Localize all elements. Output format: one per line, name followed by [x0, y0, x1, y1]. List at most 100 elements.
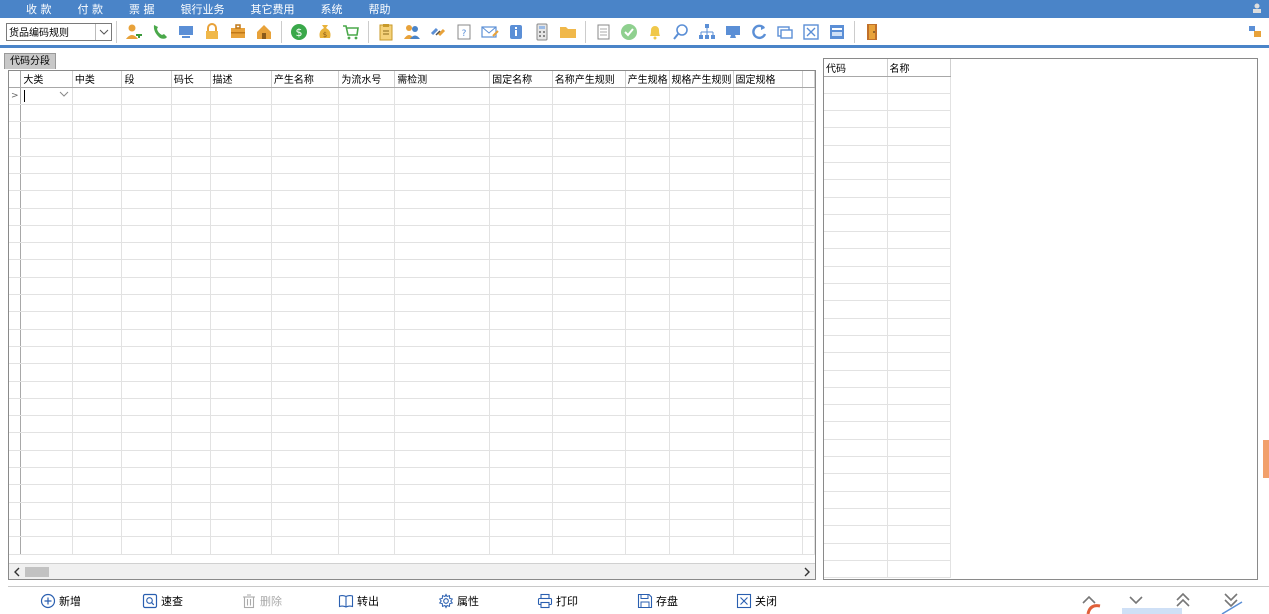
- grid-cell[interactable]: [210, 190, 272, 209]
- table-row[interactable]: [9, 277, 815, 296]
- column-header[interactable]: 产生名称: [271, 71, 340, 88]
- grid-cell[interactable]: [72, 104, 123, 123]
- grid-cell[interactable]: [121, 311, 172, 330]
- menu-other-expenses[interactable]: 其它费用: [241, 1, 305, 17]
- grid-cell[interactable]: [210, 242, 272, 261]
- grid-cell[interactable]: [271, 208, 340, 226]
- table-row[interactable]: [824, 352, 951, 371]
- grid-cell[interactable]: [72, 329, 123, 347]
- grid-cell[interactable]: [338, 311, 396, 330]
- grid-cell[interactable]: [72, 311, 123, 330]
- grid-cell[interactable]: [552, 346, 626, 365]
- grid-cell[interactable]: [394, 432, 491, 451]
- grid-cell[interactable]: [210, 259, 272, 278]
- grid-cell[interactable]: [121, 346, 172, 365]
- grid-cell[interactable]: [824, 335, 888, 354]
- grid-cell[interactable]: [171, 173, 211, 192]
- grid-cell[interactable]: [394, 208, 491, 226]
- grid-cell[interactable]: [210, 121, 272, 140]
- grid-cell[interactable]: [271, 450, 340, 469]
- grid-cell[interactable]: [824, 370, 888, 388]
- grid-cell[interactable]: [733, 173, 804, 192]
- grid-cell[interactable]: [824, 491, 888, 509]
- table-row[interactable]: [824, 335, 951, 354]
- column-header[interactable]: 描述: [210, 71, 272, 88]
- grid-cell[interactable]: [489, 467, 553, 486]
- grid-cell[interactable]: [171, 242, 211, 261]
- info-icon[interactable]: [505, 21, 527, 43]
- grid-cell[interactable]: [733, 329, 804, 347]
- grid-cell[interactable]: [669, 173, 734, 192]
- table-row[interactable]: [824, 473, 951, 492]
- grid-cell[interactable]: [394, 138, 491, 157]
- grid-cell[interactable]: [171, 138, 211, 157]
- table-row[interactable]: [824, 231, 951, 250]
- table-row[interactable]: [9, 173, 815, 192]
- grid-cell[interactable]: [489, 208, 553, 226]
- grid-cell[interactable]: [394, 450, 491, 469]
- display-icon[interactable]: [722, 21, 744, 43]
- grid-cell[interactable]: [271, 242, 340, 261]
- grid-cell[interactable]: [625, 519, 670, 538]
- grid-cell[interactable]: [489, 381, 553, 399]
- grid-cell[interactable]: [271, 502, 340, 520]
- grid-cell[interactable]: [72, 432, 123, 451]
- grid-cell[interactable]: [20, 484, 73, 503]
- grid-cell[interactable]: [121, 519, 172, 538]
- grid-cell[interactable]: [271, 467, 340, 486]
- grid-cell[interactable]: [887, 525, 951, 544]
- dollar-coin-icon[interactable]: $: [288, 21, 310, 43]
- save-button[interactable]: 存盘: [637, 593, 678, 609]
- grid-cell[interactable]: [802, 398, 815, 417]
- table-row[interactable]: [824, 162, 951, 181]
- clipboard-icon[interactable]: [375, 21, 397, 43]
- grid-cell[interactable]: [887, 76, 951, 94]
- grid-cell[interactable]: [625, 398, 670, 417]
- grid-cell[interactable]: [20, 208, 73, 226]
- grid-cell[interactable]: [802, 242, 815, 261]
- window-icon[interactable]: [774, 21, 796, 43]
- grid-cell[interactable]: [210, 329, 272, 347]
- grid-cell[interactable]: [394, 415, 491, 434]
- previous-record-icon[interactable]: [1078, 591, 1100, 609]
- grid-cell[interactable]: [625, 190, 670, 209]
- grid-cell[interactable]: [733, 208, 804, 226]
- refresh-icon[interactable]: [748, 21, 770, 43]
- grid-cell[interactable]: [271, 363, 340, 382]
- table-row[interactable]: [824, 127, 951, 146]
- grid-cell[interactable]: [887, 370, 951, 388]
- grid-cell[interactable]: [733, 346, 804, 365]
- grid-cell[interactable]: [669, 363, 734, 382]
- grid-cell[interactable]: [171, 190, 211, 209]
- grid-cell[interactable]: [733, 484, 804, 503]
- grid-cell[interactable]: [271, 259, 340, 278]
- grid-cell[interactable]: [271, 311, 340, 330]
- grid-cell[interactable]: [669, 381, 734, 399]
- grid-cell[interactable]: [489, 519, 553, 538]
- menu-system[interactable]: 系统: [311, 1, 353, 17]
- table-row[interactable]: [9, 294, 815, 313]
- grid-cell[interactable]: [625, 259, 670, 278]
- grid-cell[interactable]: [121, 363, 172, 382]
- row-header[interactable]: [9, 138, 22, 157]
- grid-cell[interactable]: [802, 502, 815, 520]
- link-icon[interactable]: [427, 21, 449, 43]
- grid-cell[interactable]: [121, 87, 172, 105]
- grid-cell[interactable]: [625, 277, 670, 296]
- tab-code-segment[interactable]: 代码分段: [4, 53, 56, 69]
- grid-cell[interactable]: [72, 208, 123, 226]
- grid-cell[interactable]: [121, 398, 172, 417]
- table-row[interactable]: [9, 259, 815, 278]
- grid-cell[interactable]: [121, 329, 172, 347]
- grid-cell[interactable]: [733, 519, 804, 538]
- grid-cell[interactable]: [489, 502, 553, 520]
- grid-cell[interactable]: [338, 450, 396, 469]
- grid-cell[interactable]: [824, 318, 888, 336]
- grid-cell[interactable]: [669, 190, 734, 209]
- row-header[interactable]: [9, 121, 22, 140]
- grid-cell[interactable]: [625, 502, 670, 520]
- table-row[interactable]: [824, 421, 951, 440]
- grid-cell[interactable]: [489, 363, 553, 382]
- export-button[interactable]: 转出: [338, 593, 379, 609]
- grid-cell[interactable]: [625, 432, 670, 451]
